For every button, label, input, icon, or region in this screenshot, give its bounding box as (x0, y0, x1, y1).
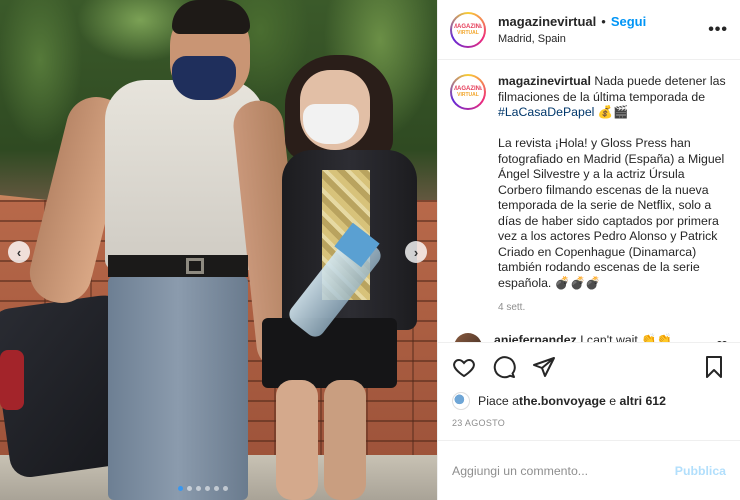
dot-separator: • (601, 14, 606, 29)
comment-input[interactable] (452, 463, 675, 478)
comments-section: MAGAZINE VIRTUAL magazinevirtual Nada pu… (438, 60, 740, 342)
likes-middle: e (605, 394, 620, 408)
caption-text-part-2: 💰🎬 La revista ¡Hola! y Gloss Press han f… (498, 105, 725, 290)
woman-face-mask (303, 104, 359, 144)
comment-like-heart-icon[interactable] (716, 339, 728, 342)
woman-skirt (262, 318, 397, 388)
more-options-icon[interactable]: ••• (708, 21, 728, 39)
man-jeans (108, 276, 248, 500)
logo-line-2: VIRTUAL (457, 92, 479, 98)
liker-username[interactable]: the.bonvoyage (519, 394, 606, 408)
carousel-dot (187, 486, 192, 491)
carousel-next-button[interactable]: › (405, 241, 427, 263)
comment-text: aniefernandez I can't wait 👏👏 (494, 333, 716, 342)
hashtag-link[interactable]: #LaCasaDePapel (498, 105, 594, 119)
avatar[interactable]: MAGAZINE VIRTUAL (450, 11, 486, 48)
carousel-dot (205, 486, 210, 491)
chevron-left-icon: ‹ (16, 244, 22, 260)
post-side-panel: MAGAZINE VIRTUAL magazinevirtual • Segui… (437, 0, 740, 500)
location-link[interactable]: Madrid, Spain (498, 33, 708, 45)
magazinevirtual-logo: MAGAZINE VIRTUAL (452, 13, 484, 46)
magazinevirtual-logo: MAGAZINE VIRTUAL (452, 76, 484, 108)
man-face-mask (172, 56, 236, 100)
carousel-dots (178, 486, 228, 491)
jacket-lining (0, 350, 24, 410)
paper-plane-icon[interactable] (532, 355, 556, 379)
comment-icon[interactable] (492, 355, 516, 379)
woman-left-leg (276, 380, 318, 500)
comment-body: I can't wait 👏👏 (576, 333, 672, 342)
likes-summary: Piace a the.bonvoyage e altri 612 (438, 390, 740, 412)
liker-avatar[interactable] (452, 392, 470, 410)
heart-icon[interactable] (452, 355, 476, 379)
comment-username[interactable]: aniefernandez (494, 333, 577, 342)
man-belt (108, 255, 248, 277)
carousel-dot (178, 486, 183, 491)
commenter-avatar[interactable] (454, 333, 482, 342)
belt-buckle (186, 258, 204, 274)
post-header: MAGAZINE VIRTUAL magazinevirtual • Segui… (438, 0, 740, 60)
action-bar (438, 342, 740, 390)
caption: MAGAZINE VIRTUAL magazinevirtual Nada pu… (450, 74, 728, 313)
post-date[interactable]: 23 AGOSTO (438, 412, 740, 440)
woman-right-leg (324, 380, 366, 500)
chevron-right-icon: › (413, 244, 419, 260)
add-comment-bar: Pubblica (438, 440, 740, 500)
carousel-prev-button[interactable]: ‹ (8, 241, 30, 263)
caption-avatar[interactable]: MAGAZINE VIRTUAL (450, 74, 486, 110)
carousel-dot (214, 486, 219, 491)
likes-others-link[interactable]: altri 612 (620, 394, 667, 408)
comment-item: aniefernandez I can't wait 👏👏 (450, 333, 728, 342)
header-text: magazinevirtual • Segui Madrid, Spain (498, 14, 708, 45)
caption-timestamp[interactable]: 4 sett. (498, 302, 728, 313)
instagram-post: ‹ › MAGAZINE VIRTUAL magazinevirtual • S… (0, 0, 740, 500)
follow-button[interactable]: Segui (611, 14, 646, 29)
publish-button[interactable]: Pubblica (675, 464, 726, 478)
caption-username[interactable]: magazinevirtual (498, 74, 591, 88)
logo-line-2: VIRTUAL (457, 29, 479, 36)
post-photo[interactable]: ‹ › (0, 0, 437, 500)
likes-prefix: Piace a (478, 394, 520, 408)
header-username[interactable]: magazinevirtual (498, 14, 596, 29)
carousel-dot (196, 486, 201, 491)
bookmark-icon[interactable] (702, 355, 726, 379)
carousel-dot (223, 486, 228, 491)
man-hair (172, 0, 250, 34)
caption-text: magazinevirtual Nada puede detener las f… (498, 74, 728, 291)
